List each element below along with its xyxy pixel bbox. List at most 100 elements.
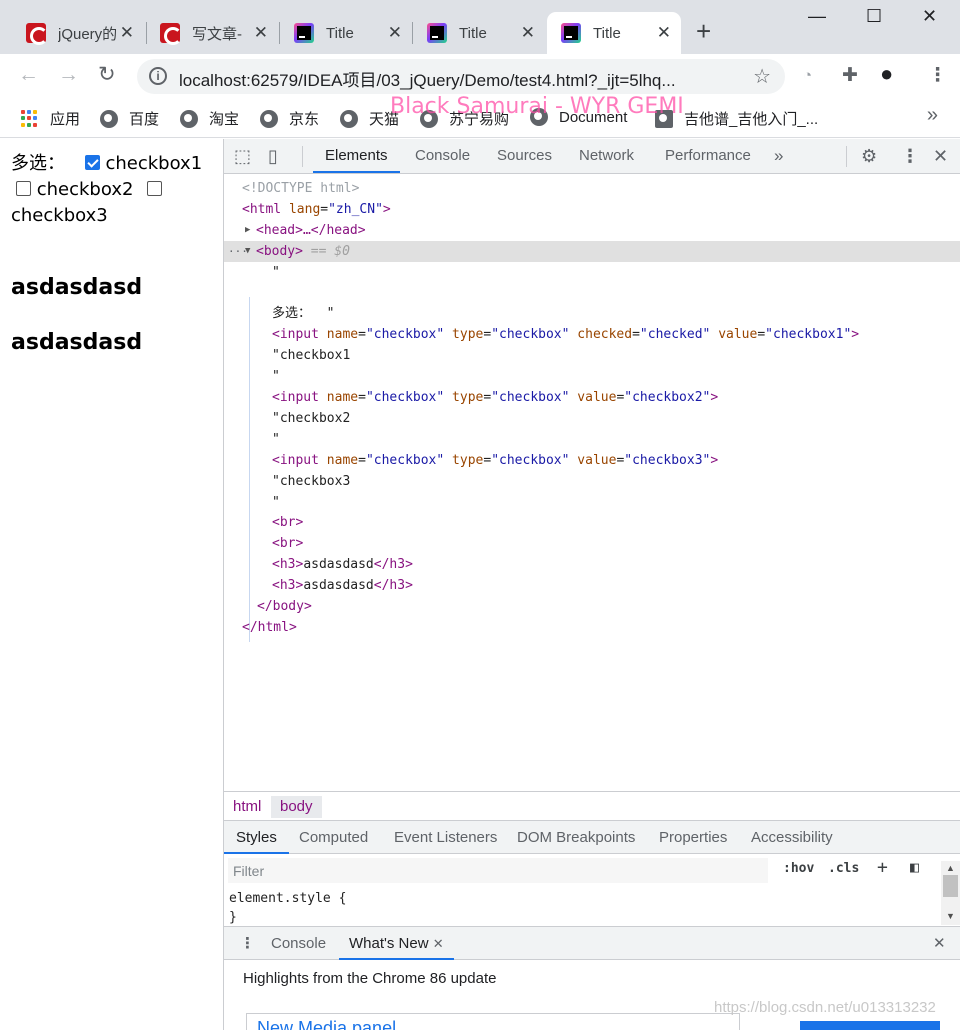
forward-icon[interactable]: → — [58, 64, 79, 86]
close-tab-icon[interactable]: ✕ — [388, 24, 402, 42]
checkbox-1[interactable] — [84, 155, 100, 170]
dom-line-h3[interactable]: <h3>asdasdasd</h3> — [224, 554, 960, 575]
dom-line-text[interactable]: " — [224, 492, 960, 513]
dom-line-br[interactable]: <br> — [224, 512, 960, 533]
csdn-watermark: https://blog.csdn.net/u013313232 — [714, 999, 936, 1016]
close-tab-icon[interactable]: ✕ — [657, 24, 671, 42]
scroll-thumb[interactable] — [943, 875, 958, 897]
styles-filter-bar: :hov .cls + ◧ — [224, 855, 960, 887]
dom-line-input2[interactable]: <input name="checkbox" type="checkbox" v… — [224, 387, 960, 408]
performance-icon[interactable]: ◔ — [803, 67, 812, 84]
breadcrumb-html[interactable]: html — [224, 796, 270, 818]
minimize-icon[interactable]: — — [808, 6, 826, 27]
tab-properties[interactable]: Properties — [659, 821, 727, 854]
dom-line-text[interactable]: "checkbox1 — [224, 345, 960, 366]
bookmark-jd[interactable]: 京东 — [260, 108, 319, 129]
collapse-triangle-icon[interactable]: ▼ — [245, 241, 250, 262]
tab-1[interactable]: jQuery的 ✕ — [12, 12, 144, 54]
text-node: " — [272, 265, 280, 280]
scroll-down-arrow-icon[interactable]: ▼ — [946, 911, 955, 921]
scroll-up-arrow-icon[interactable]: ▲ — [946, 863, 955, 873]
dom-line-body-close[interactable]: </body> — [224, 596, 960, 617]
close-drawer-tab-icon[interactable]: ✕ — [433, 936, 444, 951]
maximize-icon[interactable]: ☐ — [866, 6, 882, 27]
tab-accessibility[interactable]: Accessibility — [751, 821, 833, 854]
tab-performance[interactable]: Performance — [665, 139, 751, 173]
whats-new-card[interactable]: New Media panel — [246, 1013, 740, 1030]
close-tab-icon[interactable]: ✕ — [254, 24, 268, 42]
element-style-rule[interactable]: element.style { — [229, 891, 346, 906]
dom-line-doctype[interactable]: <!DOCTYPE html> — [224, 178, 960, 199]
dom-line-html-close[interactable]: </html> — [224, 617, 960, 638]
checkbox-3[interactable] — [147, 181, 163, 196]
tab-event-listeners[interactable]: Event Listeners — [394, 821, 497, 854]
tab-2[interactable]: 写文章- ✕ — [146, 12, 278, 54]
checkbox-2[interactable] — [16, 181, 31, 196]
bookmark-star-icon[interactable]: ☆ — [753, 64, 771, 89]
close-tab-icon[interactable]: ✕ — [120, 24, 134, 42]
filter-input[interactable] — [228, 858, 768, 883]
dom-line-input3[interactable]: <input name="checkbox" type="checkbox" v… — [224, 450, 960, 471]
back-icon[interactable]: ← — [18, 64, 39, 86]
tab-sources[interactable]: Sources — [497, 139, 552, 173]
tab-styles[interactable]: Styles — [224, 821, 289, 854]
dom-line-h3[interactable]: <h3>asdasdasd</h3> — [224, 575, 960, 596]
menu-kebab-icon[interactable]: ⋮ — [928, 64, 947, 87]
inspect-element-icon[interactable]: ⬚ — [234, 146, 251, 167]
settings-gear-icon[interactable]: ⚙ — [861, 146, 877, 167]
tab-console[interactable]: Console — [415, 139, 470, 173]
extensions-puzzle-icon[interactable]: ✚ — [842, 64, 858, 87]
drawer-menu-icon[interactable]: ⋮ — [240, 927, 255, 960]
drawer-tab-console[interactable]: Console — [271, 927, 326, 960]
window-close-icon[interactable]: ✕ — [922, 6, 937, 27]
h3-text: asdasdasd — [303, 578, 374, 593]
profile-avatar-icon[interactable]: ● — [880, 61, 893, 87]
whats-new-card-title[interactable]: New Media panel — [257, 1018, 396, 1030]
tab-5-active[interactable]: Title ✕ — [547, 12, 681, 54]
hover-state-toggle[interactable]: :hov — [783, 861, 814, 876]
dom-line-text[interactable]: "checkbox3 — [224, 471, 960, 492]
watermark-text: Black Samurai - WYR GEMI — [390, 94, 684, 119]
head-tag: <head>…</head> — [256, 223, 366, 238]
toggle-sidebar-icon[interactable]: ◧ — [910, 858, 919, 876]
devtools-menu-icon[interactable]: ⋮ — [901, 146, 919, 167]
globe-icon — [180, 109, 198, 128]
class-toggle[interactable]: .cls — [828, 861, 859, 876]
dom-line-text[interactable]: "checkbox2 — [224, 408, 960, 429]
tab-4[interactable]: Title ✕ — [413, 12, 545, 54]
dom-line-text[interactable]: " — [224, 366, 960, 387]
dom-line-text[interactable]: " — [224, 429, 960, 450]
tab-dom-breakpoints[interactable]: DOM Breakpoints — [517, 821, 635, 854]
new-style-rule-icon[interactable]: + — [877, 857, 888, 878]
breadcrumb-body[interactable]: body — [271, 796, 322, 818]
styles-scrollbar[interactable]: ▲ ▼ — [941, 861, 960, 925]
dom-line-body-selected[interactable]: ··· ▼ <body> == $0 — [224, 241, 960, 262]
tab-network[interactable]: Network — [579, 139, 634, 173]
site-info-icon[interactable]: i — [149, 67, 167, 85]
dom-line-head[interactable]: ▶ <head>…</head> — [224, 220, 960, 241]
close-tab-icon[interactable]: ✕ — [521, 24, 535, 42]
bookmark-baidu[interactable]: 百度 — [100, 108, 159, 129]
device-toolbar-icon[interactable]: ▯ — [268, 146, 278, 167]
selected-marker: == $0 — [302, 244, 350, 259]
close-devtools-icon[interactable]: ✕ — [933, 146, 948, 167]
reload-icon[interactable]: ↻ — [98, 64, 116, 86]
more-tabs-icon[interactable]: » — [774, 139, 783, 173]
tab-3[interactable]: Title ✕ — [280, 12, 412, 54]
dom-line-html[interactable]: <html lang="zh_CN"> — [224, 199, 960, 220]
address-bar[interactable]: i localhost:62579/IDEA项目/03_jQuery/Demo/… — [137, 59, 785, 94]
bookmark-apps[interactable]: 应用 — [21, 108, 80, 129]
drawer-tab-whats-new[interactable]: What's New ✕ — [339, 927, 454, 960]
dom-line-text[interactable]: " — [224, 262, 960, 283]
bookmarks-overflow-icon[interactable]: » — [927, 104, 938, 127]
dom-line-input1[interactable]: <input name="checkbox" type="checkbox" c… — [224, 324, 960, 345]
dom-line-br[interactable]: <br> — [224, 533, 960, 554]
expand-triangle-icon[interactable]: ▶ — [245, 220, 250, 241]
tab-elements[interactable]: Elements — [313, 139, 400, 173]
bookmark-taobao[interactable]: 淘宝 — [180, 108, 239, 129]
close-drawer-icon[interactable]: ✕ — [933, 927, 946, 960]
new-tab-icon[interactable]: + — [696, 18, 711, 44]
url-text[interactable]: localhost:62579/IDEA项目/03_jQuery/Demo/te… — [179, 66, 676, 91]
dom-line-text[interactable]: 多选： " — [224, 303, 960, 324]
tab-computed[interactable]: Computed — [299, 821, 368, 854]
